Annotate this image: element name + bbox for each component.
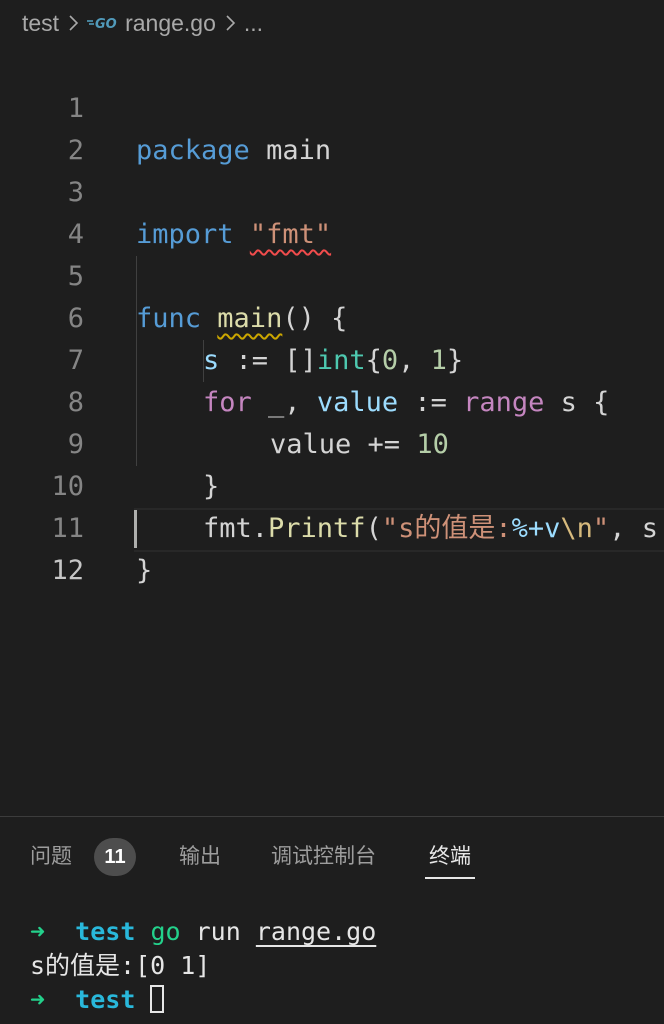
svg-text:GO: GO	[95, 17, 117, 31]
code-line: 2	[0, 88, 664, 166]
line-number: 12	[51, 555, 84, 586]
tab-debug-console[interactable]: 调试控制台	[271, 839, 376, 875]
chevron-right-icon	[67, 14, 79, 32]
code-editor[interactable]: 1 package main 2 3 import "fmt" 4 5 func…	[0, 46, 664, 816]
terminal-line: ➜ test	[30, 983, 660, 1017]
chevron-right-icon	[224, 14, 236, 32]
prompt-directory: test	[75, 985, 136, 1014]
problems-count-badge: 11	[94, 838, 136, 876]
code-line: 1 package main	[0, 46, 664, 166]
code-line: 6 s := []int{0, 1}	[0, 256, 664, 376]
go-file-icon: GO	[87, 15, 119, 31]
code-line: 7 for _, value := range s {	[0, 298, 664, 418]
tab-terminal[interactable]: 终端	[425, 839, 475, 879]
breadcrumb-more[interactable]: ...	[244, 10, 263, 37]
closing-brace: }	[136, 555, 153, 586]
terminal-output: s的值是:[0 1]	[30, 951, 211, 980]
terminal[interactable]: ➜ test go run range.go s的值是:[0 1] ➜ test	[30, 915, 660, 1017]
command-file-arg[interactable]: range.go	[256, 917, 376, 946]
command-arg: run	[195, 917, 241, 946]
terminal-line: ➜ test go run range.go	[30, 915, 660, 949]
breadcrumb: test GO range.go ...	[0, 0, 664, 46]
code-line: 3 import "fmt"	[0, 130, 664, 250]
prompt-arrow-icon: ➜	[30, 917, 46, 946]
bottom-panel: 问题 11 输出 调试控制台 终端 ➜ test go run range.go…	[0, 816, 664, 1024]
prompt-directory: test	[75, 917, 136, 946]
code-line: 11 }	[0, 466, 664, 586]
command-name: go	[150, 917, 181, 946]
tab-output[interactable]: 输出	[179, 839, 221, 875]
code-line: 5 func main() {	[0, 214, 664, 334]
prompt-arrow-icon: ➜	[30, 985, 46, 1014]
code-line: 9 }	[0, 382, 664, 502]
code-line: 4	[0, 172, 664, 250]
code-line: 8 value += 10	[0, 340, 664, 460]
breadcrumb-file[interactable]: range.go	[125, 10, 216, 37]
code-line: 10 fmt.Printf("s的值是:%+v\n", s	[0, 424, 664, 544]
tab-problems[interactable]: 问题	[30, 839, 72, 875]
breadcrumb-folder[interactable]: test	[22, 10, 59, 37]
terminal-cursor	[150, 985, 165, 1013]
panel-tabs: 问题 11 输出 调试控制台 终端	[0, 817, 664, 889]
code-line: 12	[0, 508, 664, 586]
